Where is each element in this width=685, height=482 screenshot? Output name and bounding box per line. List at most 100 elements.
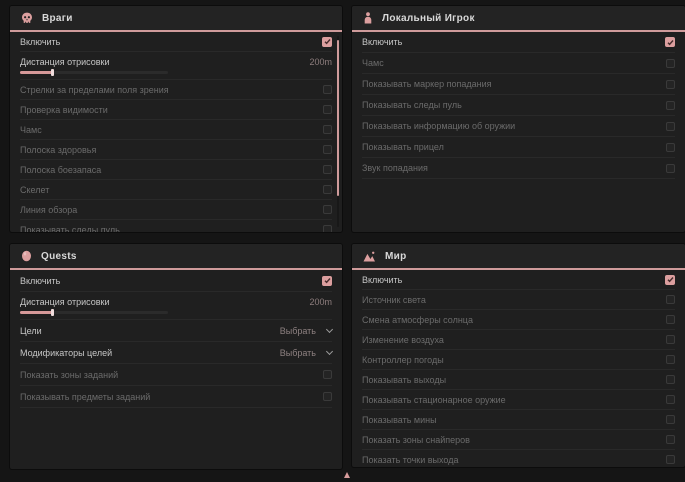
checkbox[interactable] — [666, 143, 675, 152]
checkbox[interactable] — [322, 37, 332, 47]
setting-label: Показывать следы пуль — [362, 100, 462, 110]
checkbox[interactable] — [666, 80, 675, 89]
checkbox[interactable] — [323, 125, 332, 134]
settings-list: ВключитьДистанция отрисовки200mСтрелки з… — [10, 32, 342, 232]
checkbox[interactable] — [666, 59, 675, 68]
checkbox[interactable] — [323, 370, 332, 379]
scrollbar[interactable] — [337, 36, 339, 227]
setting-row: Включить — [362, 32, 675, 53]
slider-fill — [20, 311, 53, 314]
setting-label: Показывать мины — [362, 415, 437, 425]
checkbox[interactable] — [666, 164, 675, 173]
setting-row: Показывать информацию об оружии — [362, 116, 675, 137]
checkbox[interactable] — [666, 395, 675, 404]
setting-row: Включить — [20, 270, 332, 292]
setting-row: Источник света — [362, 290, 675, 310]
render-distance-slider[interactable] — [20, 311, 168, 314]
setting-row: Включить — [20, 32, 332, 52]
slider-thumb[interactable] — [51, 69, 54, 76]
checkbox[interactable] — [323, 105, 332, 114]
setting-label: Показать зоны снайперов — [362, 435, 470, 445]
slider-fill — [20, 71, 53, 74]
checkbox[interactable] — [666, 435, 675, 444]
setting-row: Линия обзора — [20, 200, 332, 220]
setting-label: Показывать следы пуль — [20, 225, 120, 233]
checkbox[interactable] — [666, 295, 675, 304]
setting-label: Включить — [20, 276, 60, 286]
setting-row: Дистанция отрисовки 200m — [20, 292, 332, 320]
panel-quests: Quests Включить Дистанция отрисовки 200m Це… — [10, 244, 342, 469]
setting-label: Показывать информацию об оружии — [362, 121, 515, 131]
checkbox[interactable] — [323, 145, 332, 154]
checkbox[interactable] — [666, 455, 675, 464]
panel-title: Локальный Игрок — [382, 13, 475, 24]
setting-label: Дистанция отрисовки — [20, 57, 110, 67]
setting-label: Полоска боезапаса — [20, 165, 101, 175]
scrollbar-thumb[interactable] — [337, 40, 339, 196]
checkbox[interactable] — [323, 225, 332, 232]
setting-row: Показывать следы пуль — [362, 95, 675, 116]
setting-label: Стрелки за пределами поля зрения — [20, 85, 169, 95]
render-distance-slider[interactable] — [20, 71, 168, 74]
panel-title: Мир — [385, 251, 407, 262]
setting-label: Цели — [20, 326, 42, 336]
setting-label: Показывать предметы заданий — [20, 392, 150, 402]
chevron-down-icon — [326, 348, 333, 355]
setting-label: Показывать маркер попадания — [362, 79, 492, 89]
checkbox[interactable] — [666, 355, 675, 364]
panel-world-header: Мир — [352, 244, 685, 270]
setting-label: Включить — [362, 275, 402, 285]
setting-row: Стрелки за пределами поля зрения — [20, 80, 332, 100]
setting-row: Показывать выходы — [362, 370, 675, 390]
settings-list: ВключитьЧамсПоказывать маркер попаданияП… — [352, 32, 685, 232]
checkbox[interactable] — [323, 185, 332, 194]
checkbox[interactable] — [323, 165, 332, 174]
checkbox[interactable] — [665, 275, 675, 285]
person-icon — [363, 12, 373, 24]
checkbox[interactable] — [666, 335, 675, 344]
setting-label: Звук попадания — [362, 163, 428, 173]
dropdown-value: Выбрать — [280, 348, 316, 358]
setting-label: Дистанция отрисовки — [20, 297, 110, 307]
setting-row: Проверка видимости — [20, 100, 332, 120]
mountains-icon — [363, 251, 376, 262]
setting-row: Показывать маркер попадания — [362, 74, 675, 95]
panel-quests-header: Quests — [10, 244, 342, 270]
panel-title: Quests — [41, 251, 77, 262]
panel-local-player: Локальный Игрок ВключитьЧамсПоказывать м… — [352, 6, 685, 232]
checkbox[interactable] — [323, 85, 332, 94]
setting-row: Изменение воздуха — [362, 330, 675, 350]
checkbox[interactable] — [666, 375, 675, 384]
checkbox[interactable] — [322, 276, 332, 286]
setting-row: Показывать предметы заданий — [20, 386, 332, 408]
checkbox[interactable] — [665, 37, 675, 47]
checkbox[interactable] — [666, 122, 675, 131]
panel-enemies: Враги ВключитьДистанция отрисовки200mСтр… — [10, 6, 342, 232]
skull-icon — [21, 12, 33, 24]
slider-thumb[interactable] — [51, 309, 54, 316]
setting-row: Чамс — [20, 120, 332, 140]
checkbox[interactable] — [666, 415, 675, 424]
setting-row: Показать зоны снайперов — [362, 430, 675, 450]
checkbox[interactable] — [323, 392, 332, 401]
dropdown[interactable]: Выбрать — [280, 326, 332, 336]
setting-label: Полоска здоровья — [20, 145, 96, 155]
setting-row: Показывать прицел — [362, 137, 675, 158]
cursor-pointer — [344, 472, 350, 478]
setting-label: Включить — [362, 37, 402, 47]
checkbox[interactable] — [666, 101, 675, 110]
setting-row: Полоска боезапаса — [20, 160, 332, 180]
setting-label: Показывать прицел — [362, 142, 444, 152]
setting-row: Контроллер погоды — [362, 350, 675, 370]
setting-row: Модификаторы целейВыбрать — [20, 342, 332, 364]
checkbox[interactable] — [323, 205, 332, 214]
panel-enemies-header: Враги — [10, 6, 342, 32]
checkbox[interactable] — [666, 315, 675, 324]
setting-row: Включить — [362, 270, 675, 290]
setting-label: Показывать выходы — [362, 375, 446, 385]
dropdown[interactable]: Выбрать — [280, 348, 332, 358]
setting-row: Показать точки выхода — [362, 450, 675, 467]
panel-local-player-header: Локальный Игрок — [352, 6, 685, 32]
dropdown-value: Выбрать — [280, 326, 316, 336]
slider-value: 200m — [309, 297, 332, 307]
